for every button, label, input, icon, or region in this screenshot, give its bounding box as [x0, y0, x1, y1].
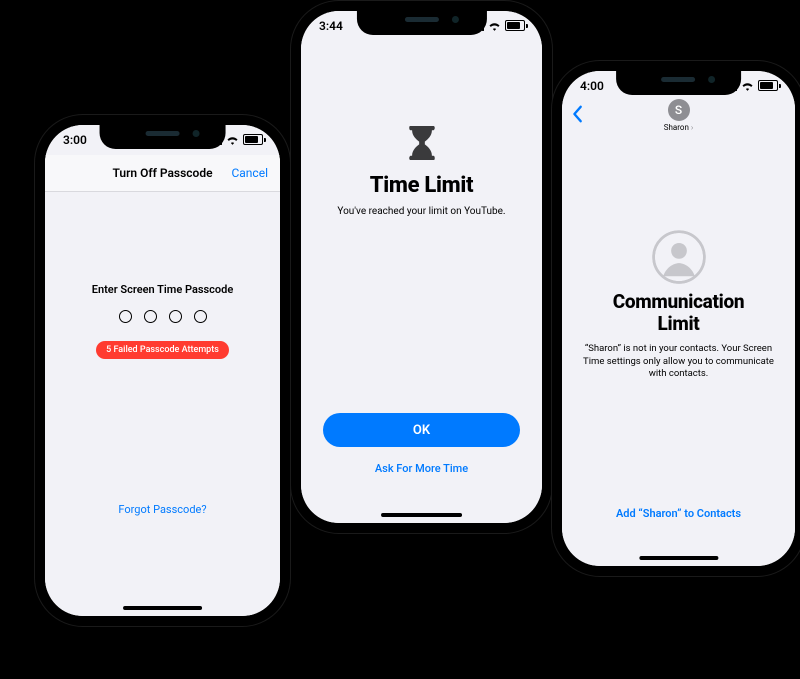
- passcode-prompt: Enter Screen Time Passcode: [45, 283, 280, 296]
- passcode-dots[interactable]: [45, 310, 280, 323]
- battery-icon: [243, 134, 266, 145]
- battery-icon: [758, 80, 781, 91]
- phone-screentime-passcode: 3:00 Turn Off Passcode Cancel Enter Scre…: [45, 125, 280, 616]
- ask-more-time-button[interactable]: Ask For More Time: [301, 462, 542, 475]
- navbar: Turn Off Passcode Cancel: [45, 155, 280, 192]
- status-time: 4:00: [580, 79, 604, 93]
- passcode-dot: [169, 310, 182, 323]
- contact-avatar[interactable]: S: [668, 99, 690, 121]
- hourglass-icon: [405, 123, 439, 163]
- screen-title: Time Limit: [301, 173, 542, 198]
- error-pill: 5 Failed Passcode Attempts: [96, 341, 229, 359]
- battery-icon: [505, 20, 528, 31]
- cancel-button[interactable]: Cancel: [231, 166, 268, 180]
- home-indicator[interactable]: [123, 606, 203, 610]
- wifi-icon: [488, 21, 501, 31]
- phone-time-limit: 3:44 Time Limit You've reached your limi…: [301, 11, 542, 523]
- wifi-icon: [741, 81, 754, 91]
- contact-name-label: Sharon: [664, 123, 689, 132]
- navbar: S Sharon ›: [562, 99, 795, 143]
- status-time: 3:44: [319, 19, 343, 33]
- avatar-initial: S: [675, 103, 682, 117]
- home-indicator[interactable]: [639, 556, 718, 560]
- back-button[interactable]: [572, 105, 584, 127]
- wifi-icon: [226, 135, 239, 145]
- screen-title: CommunicationLimit: [562, 291, 795, 335]
- passcode-dot: [119, 310, 132, 323]
- notch: [616, 71, 742, 95]
- status-time: 3:00: [63, 133, 87, 147]
- notch: [356, 11, 486, 35]
- screen-message: “Sharon” is not in your contacts. Your S…: [582, 343, 775, 381]
- passcode-dot: [194, 310, 207, 323]
- person-circle-icon: [651, 229, 707, 285]
- passcode-dot: [144, 310, 157, 323]
- phone-communication-limit: 4:00 S Sharon ›: [562, 71, 795, 566]
- ok-button[interactable]: OK: [323, 413, 520, 447]
- notch: [99, 125, 226, 149]
- chevron-right-icon: ›: [691, 123, 693, 132]
- forgot-passcode-button[interactable]: Forgot Passcode?: [45, 503, 280, 516]
- add-to-contacts-button[interactable]: Add “Sharon” to Contacts: [562, 507, 795, 520]
- contact-name-button[interactable]: Sharon ›: [562, 123, 795, 132]
- screen-message: You've reached your limit on YouTube.: [301, 206, 542, 217]
- home-indicator[interactable]: [381, 513, 463, 517]
- navbar-title: Turn Off Passcode: [112, 166, 212, 180]
